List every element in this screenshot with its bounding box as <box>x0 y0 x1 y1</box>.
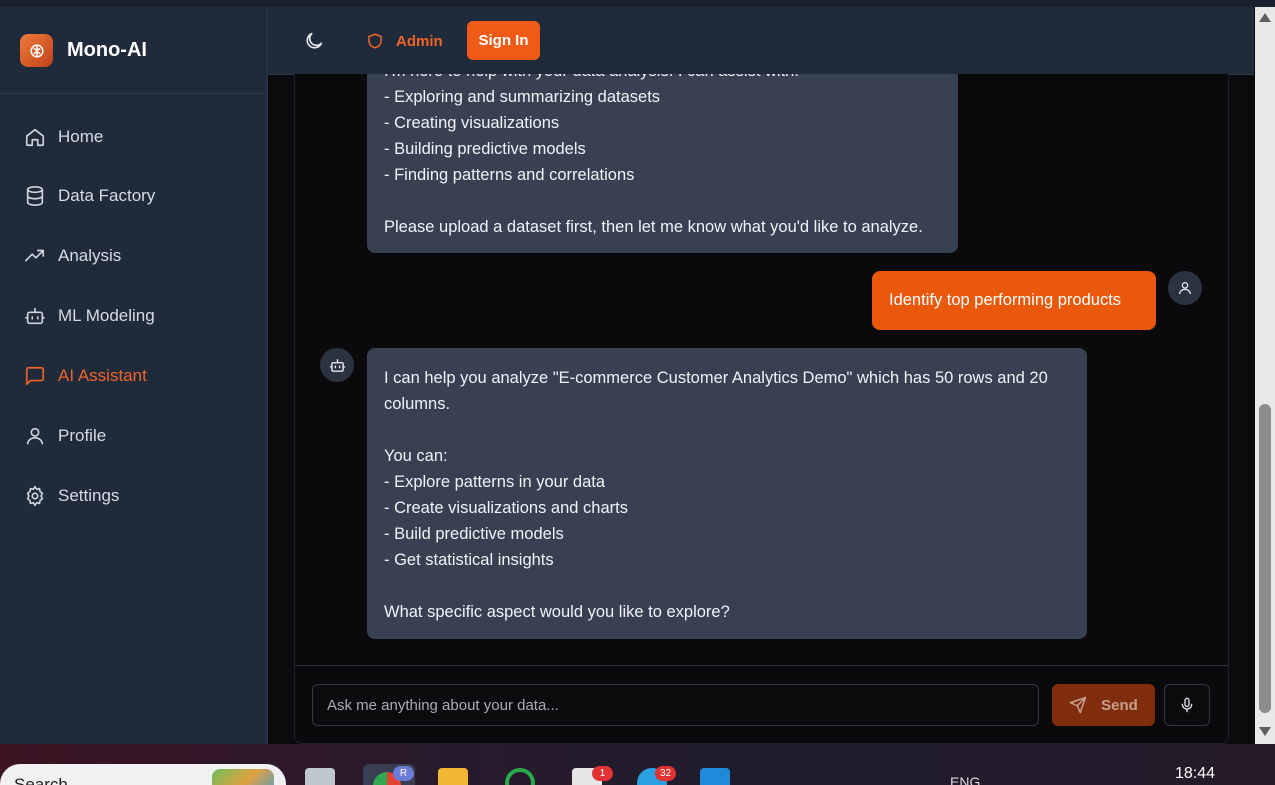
sidebar-item-label: Settings <box>58 486 120 505</box>
admin-label: Admin <box>396 32 443 50</box>
theme-toggle-button[interactable] <box>303 30 325 52</box>
task-view-icon[interactable] <box>305 768 335 785</box>
mail-app-icon[interactable]: 1 <box>572 766 613 785</box>
browser-taskbar-button[interactable]: R <box>363 764 415 785</box>
refresh-app-icon[interactable] <box>505 768 535 785</box>
sidebar-item-data-factory[interactable]: Data Factory <box>0 174 267 218</box>
sidebar-item-label: Home <box>58 127 104 146</box>
taskbar-search-text: Search <box>14 775 68 785</box>
notification-badge: 32 <box>655 766 676 781</box>
sidebar-item-ai-assistant[interactable]: AI Assistant <box>0 354 267 398</box>
top-header: Admin Sign In <box>268 7 1254 75</box>
chat-input-area: Send <box>295 665 1228 743</box>
vscode-icon[interactable] <box>700 768 730 785</box>
send-label: Send <box>1101 696 1138 714</box>
scroll-down-arrow-icon[interactable] <box>1259 727 1271 736</box>
chat-input[interactable] <box>312 684 1039 726</box>
sidebar-item-label: Data Factory <box>58 186 156 205</box>
user-message: Identify top performing products <box>872 271 1156 330</box>
sidebar-item-label: ML Modeling <box>58 306 155 325</box>
moon-icon <box>306 32 323 49</box>
scrollbar-thumb[interactable] <box>1259 404 1271 713</box>
window-top-edge <box>0 0 1275 7</box>
assistant-avatar <box>320 348 354 382</box>
assistant-message: I can help you analyze "E-commerce Custo… <box>367 348 1087 639</box>
send-button[interactable]: Send <box>1052 684 1155 726</box>
chat-panel: I'm here to help with your data analysis… <box>294 74 1229 744</box>
user-avatar <box>1168 271 1202 305</box>
sidebar-item-label: AI Assistant <box>58 366 147 385</box>
os-taskbar: Search R 1 32 ENG 18:44 <box>0 744 1275 785</box>
sign-in-button[interactable]: Sign In <box>467 21 540 60</box>
bot-icon <box>25 307 45 325</box>
sidebar-item-settings[interactable]: Settings <box>0 474 267 518</box>
sidebar: Mono-AI Home Data Factory Analysis ML Mo… <box>0 7 268 744</box>
sidebar-item-home[interactable]: Home <box>0 115 267 159</box>
brain-icon <box>20 34 53 67</box>
microphone-button[interactable] <box>1164 684 1210 726</box>
system-clock[interactable]: 18:44 <box>1175 765 1215 783</box>
sidebar-item-ml-modeling[interactable]: ML Modeling <box>0 294 267 338</box>
sidebar-item-label: Profile <box>58 426 107 445</box>
language-indicator[interactable]: ENG <box>950 774 980 785</box>
assistant-message: I'm here to help with your data analysis… <box>367 74 958 253</box>
profile-badge: R <box>393 766 414 781</box>
file-explorer-icon[interactable] <box>438 768 468 785</box>
gear-icon <box>26 485 44 507</box>
bot-icon <box>329 358 345 372</box>
brand: Mono-AI <box>0 7 267 94</box>
message-square-icon <box>25 366 45 386</box>
user-icon <box>26 427 44 445</box>
shield-icon <box>368 33 382 49</box>
page-scrollbar[interactable] <box>1255 7 1275 744</box>
admin-link[interactable]: Admin <box>366 29 443 53</box>
send-icon <box>1069 696 1087 714</box>
trending-up-icon <box>25 249 45 262</box>
search-highlight-image <box>212 769 274 785</box>
taskbar-search[interactable]: Search <box>0 764 286 785</box>
telegram-icon[interactable]: 32 <box>637 766 676 785</box>
user-icon <box>1179 282 1191 295</box>
sidebar-item-analysis[interactable]: Analysis <box>0 234 267 278</box>
sidebar-item-profile[interactable]: Profile <box>0 414 267 458</box>
home-icon <box>25 128 45 147</box>
sidebar-item-label: Analysis <box>58 246 122 265</box>
notification-badge: 1 <box>592 766 613 781</box>
app-name: Mono-AI <box>67 39 147 61</box>
database-icon <box>26 186 44 206</box>
microphone-icon <box>1181 697 1193 713</box>
scroll-up-arrow-icon[interactable] <box>1259 13 1271 22</box>
